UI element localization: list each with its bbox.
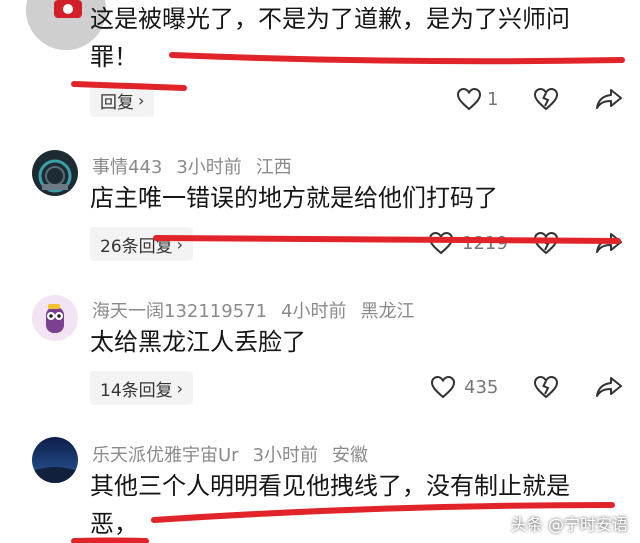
timestamp: 3小时前 bbox=[176, 157, 242, 178]
location: 安徽 bbox=[332, 445, 369, 466]
like-icon[interactable] bbox=[456, 87, 482, 111]
username[interactable]: 事情443 bbox=[92, 157, 162, 178]
avatar-image bbox=[32, 150, 78, 196]
location: 黑龙江 bbox=[360, 301, 415, 322]
comment-meta: 海天一阔132119571 4小时前 黑龙江 bbox=[92, 297, 429, 323]
dislike-icon[interactable] bbox=[533, 375, 559, 399]
username[interactable]: 乐天派优雅宇宙Ur bbox=[92, 445, 239, 466]
chevron-right-icon: › bbox=[176, 378, 184, 398]
chevron-right-icon: › bbox=[176, 234, 184, 254]
like-icon[interactable] bbox=[428, 231, 454, 255]
avatar[interactable] bbox=[32, 295, 78, 341]
avatar[interactable] bbox=[32, 437, 78, 483]
watermark: 头条 @宁时安语 bbox=[510, 515, 628, 534]
comment-text: 店主唯一错误的地方就是给他们打码了 bbox=[90, 184, 498, 212]
comment-meta: 事情443 3小时前 江西 bbox=[92, 153, 306, 179]
comment-text: 太给黑龙江人丢脸了 bbox=[90, 328, 306, 356]
timestamp: 3小时前 bbox=[252, 445, 319, 466]
reply-button[interactable]: 14条回复 › bbox=[90, 371, 194, 405]
like-icon[interactable] bbox=[430, 375, 456, 399]
avatar-image bbox=[32, 437, 78, 483]
comment-meta: 乐天派优雅宇宙Ur 3小时前 安徽 bbox=[92, 441, 382, 467]
dislike-icon[interactable] bbox=[533, 231, 559, 255]
share-icon[interactable] bbox=[595, 375, 623, 399]
comment-text: 这是被曝光了，不是为了道歉，是为了兴师问 罪！ bbox=[90, 5, 570, 71]
dislike-icon[interactable] bbox=[533, 87, 559, 111]
chevron-right-icon: › bbox=[138, 90, 145, 110]
avatar[interactable] bbox=[32, 150, 78, 196]
share-icon[interactable] bbox=[595, 231, 623, 255]
reply-button[interactable]: 26条回复 › bbox=[90, 227, 194, 261]
username[interactable]: 海天一阔132119571 bbox=[92, 301, 267, 322]
like-count: 435 bbox=[464, 377, 499, 398]
like-count: 1219 bbox=[462, 233, 508, 254]
avatar-image bbox=[32, 295, 78, 341]
share-icon[interactable] bbox=[595, 87, 623, 111]
location: 江西 bbox=[255, 157, 292, 178]
like-count: 1 bbox=[487, 89, 499, 110]
comment-text: 其他三个人明明看见他拽线了，没有制止就是 恶， bbox=[90, 472, 570, 538]
reply-button[interactable]: 回复 › bbox=[90, 83, 155, 117]
timestamp: 4小时前 bbox=[281, 301, 347, 322]
